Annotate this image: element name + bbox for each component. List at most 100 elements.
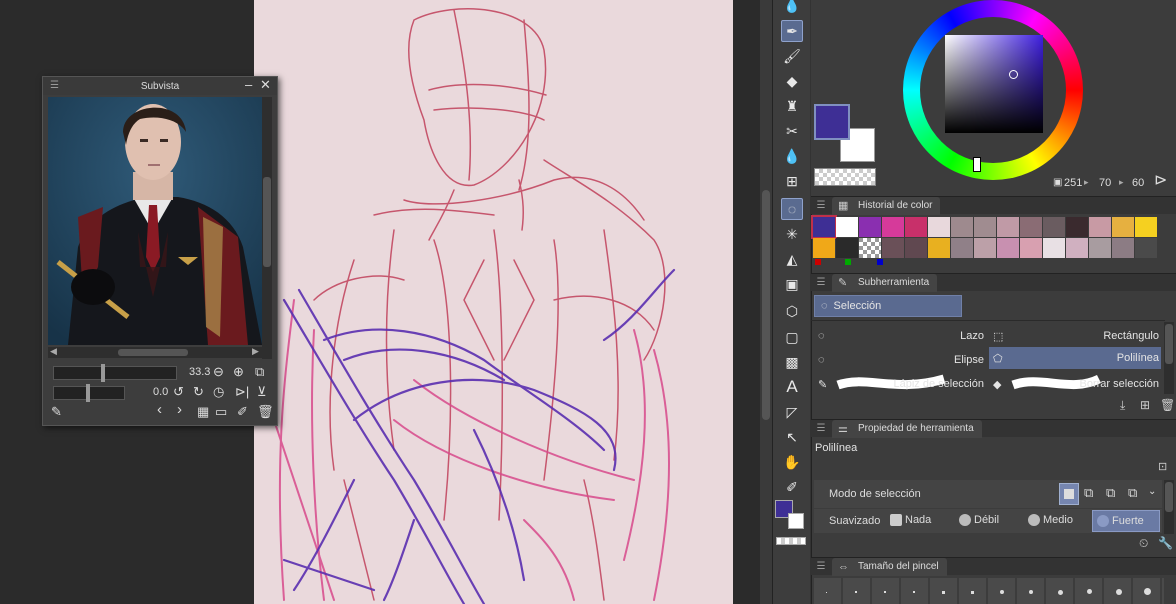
fit-icon[interactable]: ⧉ (255, 365, 264, 379)
tab-brush-size[interactable]: ⇔ Tamaño del pincel (832, 557, 947, 576)
color-history-swatch[interactable] (1112, 238, 1134, 258)
main-color-swatch-front[interactable] (814, 104, 850, 140)
subview-vertical-scrollbar[interactable] (262, 97, 272, 359)
reset-icon[interactable]: ⏲ (1139, 536, 1148, 551)
next-icon[interactable]: › (177, 402, 182, 417)
tab-tool-property[interactable]: ⚌ Propiedad de herramienta (832, 419, 982, 438)
rotate-left-icon[interactable]: ↺ (173, 385, 184, 399)
transform-icon[interactable]: ✂ (781, 120, 803, 142)
color-history-swatch[interactable] (1135, 217, 1157, 237)
reference-image[interactable] (48, 97, 262, 345)
pattern-icon[interactable]: ▩ (781, 351, 803, 373)
rotate-right-icon[interactable]: ↻ (193, 385, 204, 399)
zoom-in-icon[interactable]: ⊕ (233, 365, 244, 379)
toolbar-transparent-color[interactable] (776, 537, 806, 545)
trash-icon[interactable]: 🗑 (257, 405, 274, 419)
color-history-swatch[interactable] (882, 217, 904, 237)
color-history-swatch[interactable] (1043, 217, 1065, 237)
trash-icon[interactable]: 🗑 (1160, 398, 1175, 412)
subtool-group-selection[interactable]: ◌ Selección (814, 295, 962, 317)
subtool-scrollbar[interactable] (1164, 322, 1174, 394)
subtract-selection-icon[interactable]: ⧉ (1106, 485, 1115, 501)
pen-icon[interactable]: ✒ (781, 20, 803, 42)
canvas-scroll-thumb[interactable] (762, 190, 770, 420)
hand-icon[interactable]: ✋ (781, 451, 803, 473)
subtool-item-ellipse[interactable]: ◌ Elipse (814, 349, 986, 371)
bucket-icon[interactable]: ◭ (781, 248, 803, 270)
color-history-swatch[interactable] (1112, 217, 1134, 237)
rectangle-icon[interactable]: ▢ (781, 326, 803, 348)
marker-icon[interactable]: 🖌 (781, 45, 803, 67)
color-history-swatch[interactable] (951, 238, 973, 258)
new-selection-icon[interactable] (1059, 483, 1079, 505)
panel-menu-icon[interactable]: ☰ (814, 277, 828, 288)
color-history-swatch[interactable] (1020, 238, 1042, 258)
color-history-swatch[interactable] (928, 238, 950, 258)
panel-menu-icon[interactable]: ☰ (814, 423, 828, 434)
hsv-mode-icon[interactable]: ▣ (1053, 177, 1062, 188)
edit-icon[interactable]: ✐ (237, 405, 248, 419)
download-icon[interactable]: ⤓ (1120, 398, 1125, 413)
3d-icon[interactable]: ⬡ (781, 300, 803, 322)
color-history-swatch[interactable] (882, 238, 904, 258)
minimize-icon[interactable]: – (245, 78, 252, 92)
toolbar-bg-color[interactable] (788, 513, 804, 529)
color-history-swatch[interactable] (997, 238, 1019, 258)
intersect-selection-icon[interactable]: ⧉ (1128, 485, 1137, 501)
fill-stamp-icon[interactable]: ♜ (781, 95, 803, 117)
close-icon[interactable]: ✕ (260, 78, 271, 92)
zoom-out-icon[interactable]: ⊖ (213, 365, 224, 379)
sv-cursor[interactable] (1009, 70, 1018, 79)
color-history-swatch[interactable] (928, 217, 950, 237)
brush-size-grid[interactable] (814, 578, 1164, 604)
ruler-icon[interactable]: ◸ (781, 401, 803, 423)
reset-rotation-icon[interactable]: ◷ (213, 385, 224, 399)
hue-cursor[interactable] (973, 157, 981, 172)
panel-menu-icon[interactable]: ☰ (814, 200, 828, 211)
color-history-swatch[interactable] (813, 238, 835, 258)
panel-menu-icon[interactable]: ☰ (814, 561, 828, 572)
zoom-slider[interactable] (53, 364, 177, 382)
color-history-swatch[interactable] (811, 215, 837, 239)
smooth-option-medium[interactable]: Medio (1028, 514, 1073, 527)
color-history-swatch[interactable] (1066, 217, 1088, 237)
smooth-option-none[interactable]: Nada (890, 514, 931, 527)
play-icon[interactable]: ⊳ (1154, 170, 1167, 190)
tab-subtool[interactable]: ✎ Subherramienta (832, 273, 938, 292)
transparent-color-swatch[interactable] (814, 168, 876, 186)
color-history-swatch[interactable] (905, 217, 927, 237)
color-history-swatch[interactable] (1089, 238, 1111, 258)
blend-icon[interactable]: 💧 (781, 0, 803, 16)
lock-icon[interactable]: ⊡ (1158, 460, 1167, 473)
text-icon[interactable]: A (781, 376, 803, 398)
color-history-swatch[interactable] (859, 238, 881, 258)
color-history-swatch[interactable] (974, 238, 996, 258)
rotation-slider[interactable] (53, 384, 125, 402)
subtool-item-selection-pen[interactable]: ✎ Lápiz de selección (814, 373, 986, 395)
flip-vertical-icon[interactable]: ⊻ (257, 385, 267, 399)
color-history-swatch[interactable] (997, 217, 1019, 237)
color-history-swatch[interactable] (1089, 217, 1111, 237)
add-selection-icon[interactable]: ⧉ (1084, 485, 1093, 501)
eyedropper-icon[interactable]: ✎ (51, 405, 62, 419)
menu-icon[interactable]: ☰ (50, 79, 59, 93)
color-history-swatch[interactable] (859, 217, 881, 237)
color-history-swatch[interactable] (974, 217, 996, 237)
flip-horizontal-icon[interactable]: ⊳| (235, 385, 249, 399)
color-history-swatch[interactable] (1135, 238, 1157, 258)
color-history-swatch[interactable] (905, 238, 927, 258)
smooth-option-strong[interactable]: Fuerte (1092, 510, 1160, 532)
tab-color-history[interactable]: ▦ Historial de color (832, 196, 941, 215)
color-history-swatch[interactable] (1043, 238, 1065, 258)
subtool-item-rectangle[interactable]: ⬚ Rectángulo (989, 325, 1161, 347)
eraser-icon[interactable]: ◆ (781, 70, 803, 92)
open-folder-icon[interactable]: ▭ (215, 405, 227, 419)
subview-horizontal-scrollbar[interactable]: ◀ ▶ (48, 346, 262, 358)
subview-window[interactable]: Subvista ☰ – ✕ ◀ ▶ 33.3 ⊖ ⊕ ⧉ 0.0 ↺ ↻ ◷ … (42, 76, 278, 426)
blend2-icon[interactable]: 💧 (781, 145, 803, 167)
selection-icon[interactable]: ◌ (781, 198, 803, 220)
subview-titlebar[interactable]: Subvista (43, 77, 277, 95)
previous-icon[interactable]: ‹ (157, 402, 162, 417)
subtool-item-lasso[interactable]: ◌ Lazo (814, 325, 986, 347)
smooth-option-weak[interactable]: Débil (959, 514, 999, 527)
